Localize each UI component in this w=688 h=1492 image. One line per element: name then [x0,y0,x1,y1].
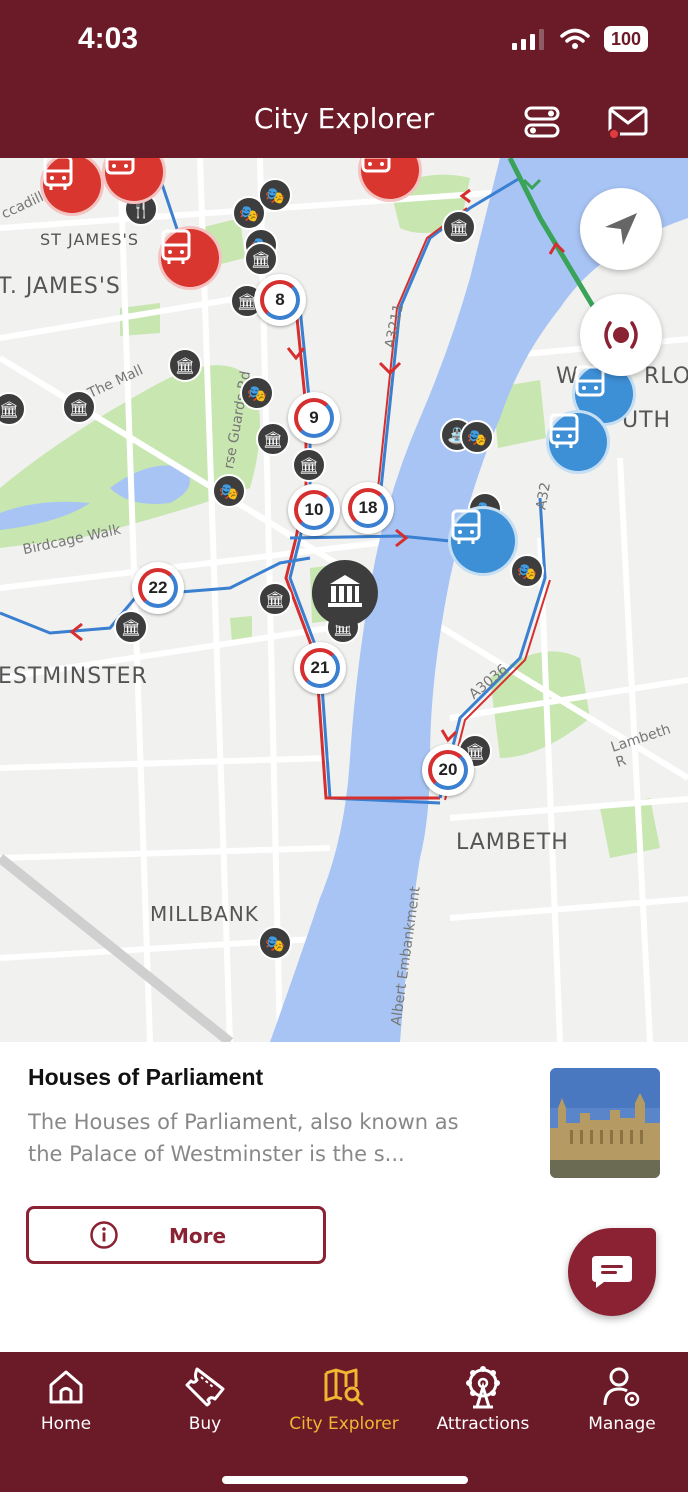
stop-number: 20 [438,760,458,779]
tab-attractions[interactable]: Attractions [414,1362,552,1452]
museum-poi-icon[interactable]: 🏛 [114,610,148,644]
filter-toggle-button[interactable] [520,100,564,144]
chat-support-button[interactable] [568,1228,656,1316]
blue-bus-marker[interactable] [546,410,610,474]
route-stop-marker[interactable]: 18 [342,482,394,534]
route-stop-marker[interactable]: 21 [294,642,346,694]
attraction-thumbnail[interactable] [550,1068,660,1178]
area-label-westminster: ESTMINSTER [0,664,148,689]
status-bar: 4:03 100 [0,0,688,86]
museum-poi-icon[interactable]: 🏛 [168,348,202,382]
route-stop-marker[interactable]: 10 [288,484,340,536]
stop-number: 10 [304,500,324,519]
locate-me-button[interactable] [580,188,662,270]
user-settings-icon [603,1367,640,1407]
chat-bubble-icon [592,1256,632,1288]
signal-icon [512,29,544,50]
parliament-photo [550,1068,660,1178]
area-label-st-james-small: ST JAMES'S [40,230,140,249]
status-time: 4:03 [78,22,139,55]
more-info-button[interactable]: More [26,1206,326,1264]
area-label-millbank: MILLBANK [150,902,259,926]
museum-poi-icon[interactable]: 🏛 [442,210,476,244]
route-stop-marker[interactable]: 22 [132,562,184,614]
museum-poi-icon[interactable]: 🏛 [62,390,96,424]
theatre-poi-icon[interactable]: 🎭 [212,474,246,508]
info-icon [90,1221,118,1249]
area-label-lambeth: LAMBETH [456,830,569,855]
route-stop-marker[interactable]: 9 [288,392,340,444]
attraction-title: Houses of Parliament [28,1064,264,1090]
theatre-poi-icon[interactable]: 🎭 [258,926,292,960]
bus-icon [105,158,135,175]
route-stop-marker[interactable]: 8 [254,274,306,326]
bus-icon [451,509,481,544]
tab-city-explorer[interactable]: City Explorer [275,1362,413,1452]
selected-landmark-marker[interactable] [310,558,380,628]
ferris-wheel-icon [466,1366,500,1409]
theatre-poi-icon[interactable]: 🎭 [460,420,494,454]
tab-buy[interactable]: Buy [136,1362,274,1452]
museum-poi-icon[interactable]: 🏛 [258,582,292,616]
tab-label: Home [40,1414,92,1434]
navigation-arrow-icon [605,213,637,245]
landmark-pin-icon [311,560,378,628]
route-stop-marker[interactable]: 20 [422,744,474,796]
bottom-tab-bar: Home Buy City Explorer Attractions Manag… [0,1352,688,1492]
home-icon [49,1370,83,1404]
mail-icon [608,106,648,140]
ticket-icon [185,1367,225,1407]
stop-number: 8 [275,290,285,309]
tab-manage[interactable]: Manage [553,1362,688,1452]
status-icons: 100 [512,26,648,52]
theatre-poi-icon[interactable]: 🎭 [510,554,544,588]
theatre-poi-icon[interactable]: 🎭 [240,376,274,410]
wifi-icon [560,28,590,49]
stop-number: 18 [358,498,378,517]
tab-label: Buy [188,1414,222,1434]
more-button-label: More [169,1224,227,1248]
red-bus-marker[interactable] [158,226,222,290]
bus-icon [161,229,191,264]
battery-indicator: 100 [604,26,648,52]
app-header: City Explorer [0,86,688,158]
tab-label: Manage [588,1414,656,1434]
bus-icon [549,413,579,448]
live-tracking-button[interactable] [580,294,662,376]
bus-icon [361,158,391,173]
map-search-icon [324,1368,364,1406]
bus-icon [43,158,73,190]
filter-toggle-icon [524,106,560,138]
blue-bus-marker[interactable] [448,506,518,576]
theatre-poi-icon[interactable]: 🎭 [258,178,292,212]
tab-home[interactable]: Home [0,1362,135,1452]
stop-number: 21 [310,658,330,677]
area-label-st-james: T. JAMES'S [0,274,121,299]
tab-label: City Explorer [289,1414,399,1434]
tab-label: Attractions [436,1414,530,1434]
stop-number: 9 [309,408,319,427]
attraction-description: The Houses of Parliament, also known as … [28,1110,459,1166]
museum-poi-icon[interactable]: 🏛 [292,448,326,482]
stop-number: 22 [148,578,168,597]
map-view[interactable]: ST JAMES'S T. JAMES'S ESTMINSTER LAMBETH… [0,158,688,1042]
museum-poi-icon[interactable]: 🏛 [256,422,290,456]
museum-poi-icon[interactable]: 🏛 [244,242,278,276]
home-indicator [222,1476,468,1484]
area-label-waterloo-tail: RLO [644,364,688,389]
live-broadcast-icon [604,321,638,349]
page-title: City Explorer [253,102,435,135]
messages-button[interactable] [606,100,650,144]
